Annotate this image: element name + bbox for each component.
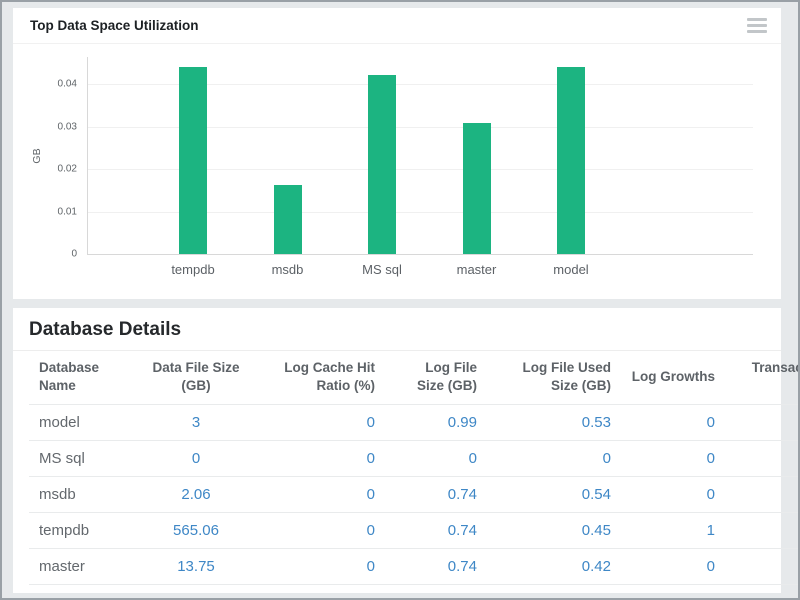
x-axis-label: model — [526, 262, 616, 277]
table-row-tempdb: tempdb565.0600.740.4510.08✎ — [29, 513, 800, 549]
database-name-cell: model — [29, 405, 141, 441]
y-tick-label: 0.03 — [13, 121, 77, 132]
value-cell: 0.54 — [487, 477, 621, 513]
value-cell: 0 — [251, 513, 385, 549]
database-details-card: Database Details Database NameData File … — [13, 308, 781, 593]
column-header-database-name: Database Name — [29, 351, 141, 405]
value-cell: 0 — [621, 405, 725, 441]
y-axis-title: GB — [31, 148, 43, 163]
y-tick-label: 0.04 — [13, 79, 77, 90]
x-axis-label: master — [432, 262, 522, 277]
value-cell: 0.99 — [385, 405, 487, 441]
table-title: Database Details — [13, 308, 781, 351]
value-cell: 1 — [621, 513, 725, 549]
x-axis-label: msdb — [243, 262, 333, 277]
value-cell: 0.01 — [725, 549, 800, 585]
chart-title: Top Data Space Utilization — [30, 18, 199, 33]
bar-ms-sql[interactable] — [368, 75, 396, 254]
table-header-row: Database NameData File Size (GB)Log Cach… — [29, 351, 800, 405]
y-axis-line — [87, 57, 88, 254]
value-cell: 0 — [725, 477, 800, 513]
column-header-log-file-size-gb: Log File Size (GB) — [385, 351, 487, 405]
bar-model[interactable] — [557, 67, 585, 254]
table-row-model: model300.990.5300.04✎ — [29, 405, 800, 441]
value-cell: 0 — [251, 477, 385, 513]
database-name-cell: master — [29, 549, 141, 585]
y-tick-label: 0.01 — [13, 206, 77, 217]
column-header-transaction-sec: Transaction / sec — [725, 351, 800, 405]
value-cell: 0 — [487, 441, 621, 477]
column-header-data-file-size-gb: Data File Size (GB) — [141, 351, 251, 405]
value-cell: 0 — [141, 441, 251, 477]
value-cell: 0 — [621, 441, 725, 477]
value-cell: 0.74 — [385, 549, 487, 585]
bar-msdb[interactable] — [274, 185, 302, 254]
value-cell: 0 — [621, 477, 725, 513]
column-header-log-growths: Log Growths — [621, 351, 725, 405]
bar-tempdb[interactable] — [179, 67, 207, 254]
x-axis-line — [87, 254, 753, 255]
y-tick-label: 0.02 — [13, 164, 77, 175]
table-row-ms-sql: MS sql000000✎ — [29, 441, 800, 477]
database-details-table: Database NameData File Size (GB)Log Cach… — [29, 351, 800, 585]
value-cell: 0 — [725, 441, 800, 477]
value-cell: 0 — [621, 549, 725, 585]
table-row-msdb: msdb2.0600.740.5400✎ — [29, 477, 800, 513]
value-cell: 0 — [251, 549, 385, 585]
database-name-cell: MS sql — [29, 441, 141, 477]
value-cell: 0.04 — [725, 405, 800, 441]
value-cell: 0 — [251, 405, 385, 441]
table-row-master: master13.7500.740.4200.01✎ — [29, 549, 800, 585]
database-name-cell: msdb — [29, 477, 141, 513]
dashboard-screen: Top Data Space Utilization 00.010.020.03… — [0, 0, 800, 600]
hamburger-menu-icon[interactable] — [747, 13, 767, 38]
database-name-cell: tempdb — [29, 513, 141, 549]
value-cell: 0.45 — [487, 513, 621, 549]
value-cell: 3 — [141, 405, 251, 441]
column-header-log-cache-hit-ratio: Log Cache Hit Ratio (%) — [251, 351, 385, 405]
column-header-log-file-used-size-gb: Log File Used Size (GB) — [487, 351, 621, 405]
bar-chart: 0 0.01 0.02 0.03 0.04 GB tempdb msdb MS sql maste… — [13, 44, 781, 299]
value-cell: 0.74 — [385, 513, 487, 549]
value-cell: 2.06 — [141, 477, 251, 513]
value-cell: 0 — [385, 441, 487, 477]
value-cell: 13.75 — [141, 549, 251, 585]
value-cell: 0 — [251, 441, 385, 477]
data-space-utilization-card: Top Data Space Utilization 0 0.01 0.02 0.03… — [13, 8, 781, 299]
bar-master[interactable] — [463, 123, 491, 254]
x-axis-label: MS sql — [337, 262, 427, 277]
chart-card-header: Top Data Space Utilization — [13, 8, 781, 44]
x-axis-label: tempdb — [148, 262, 238, 277]
value-cell: 0.53 — [487, 405, 621, 441]
value-cell: 0.42 — [487, 549, 621, 585]
value-cell: 0.08 — [725, 513, 800, 549]
value-cell: 0.74 — [385, 477, 487, 513]
y-tick-label: 0 — [13, 249, 77, 260]
value-cell: 565.06 — [141, 513, 251, 549]
